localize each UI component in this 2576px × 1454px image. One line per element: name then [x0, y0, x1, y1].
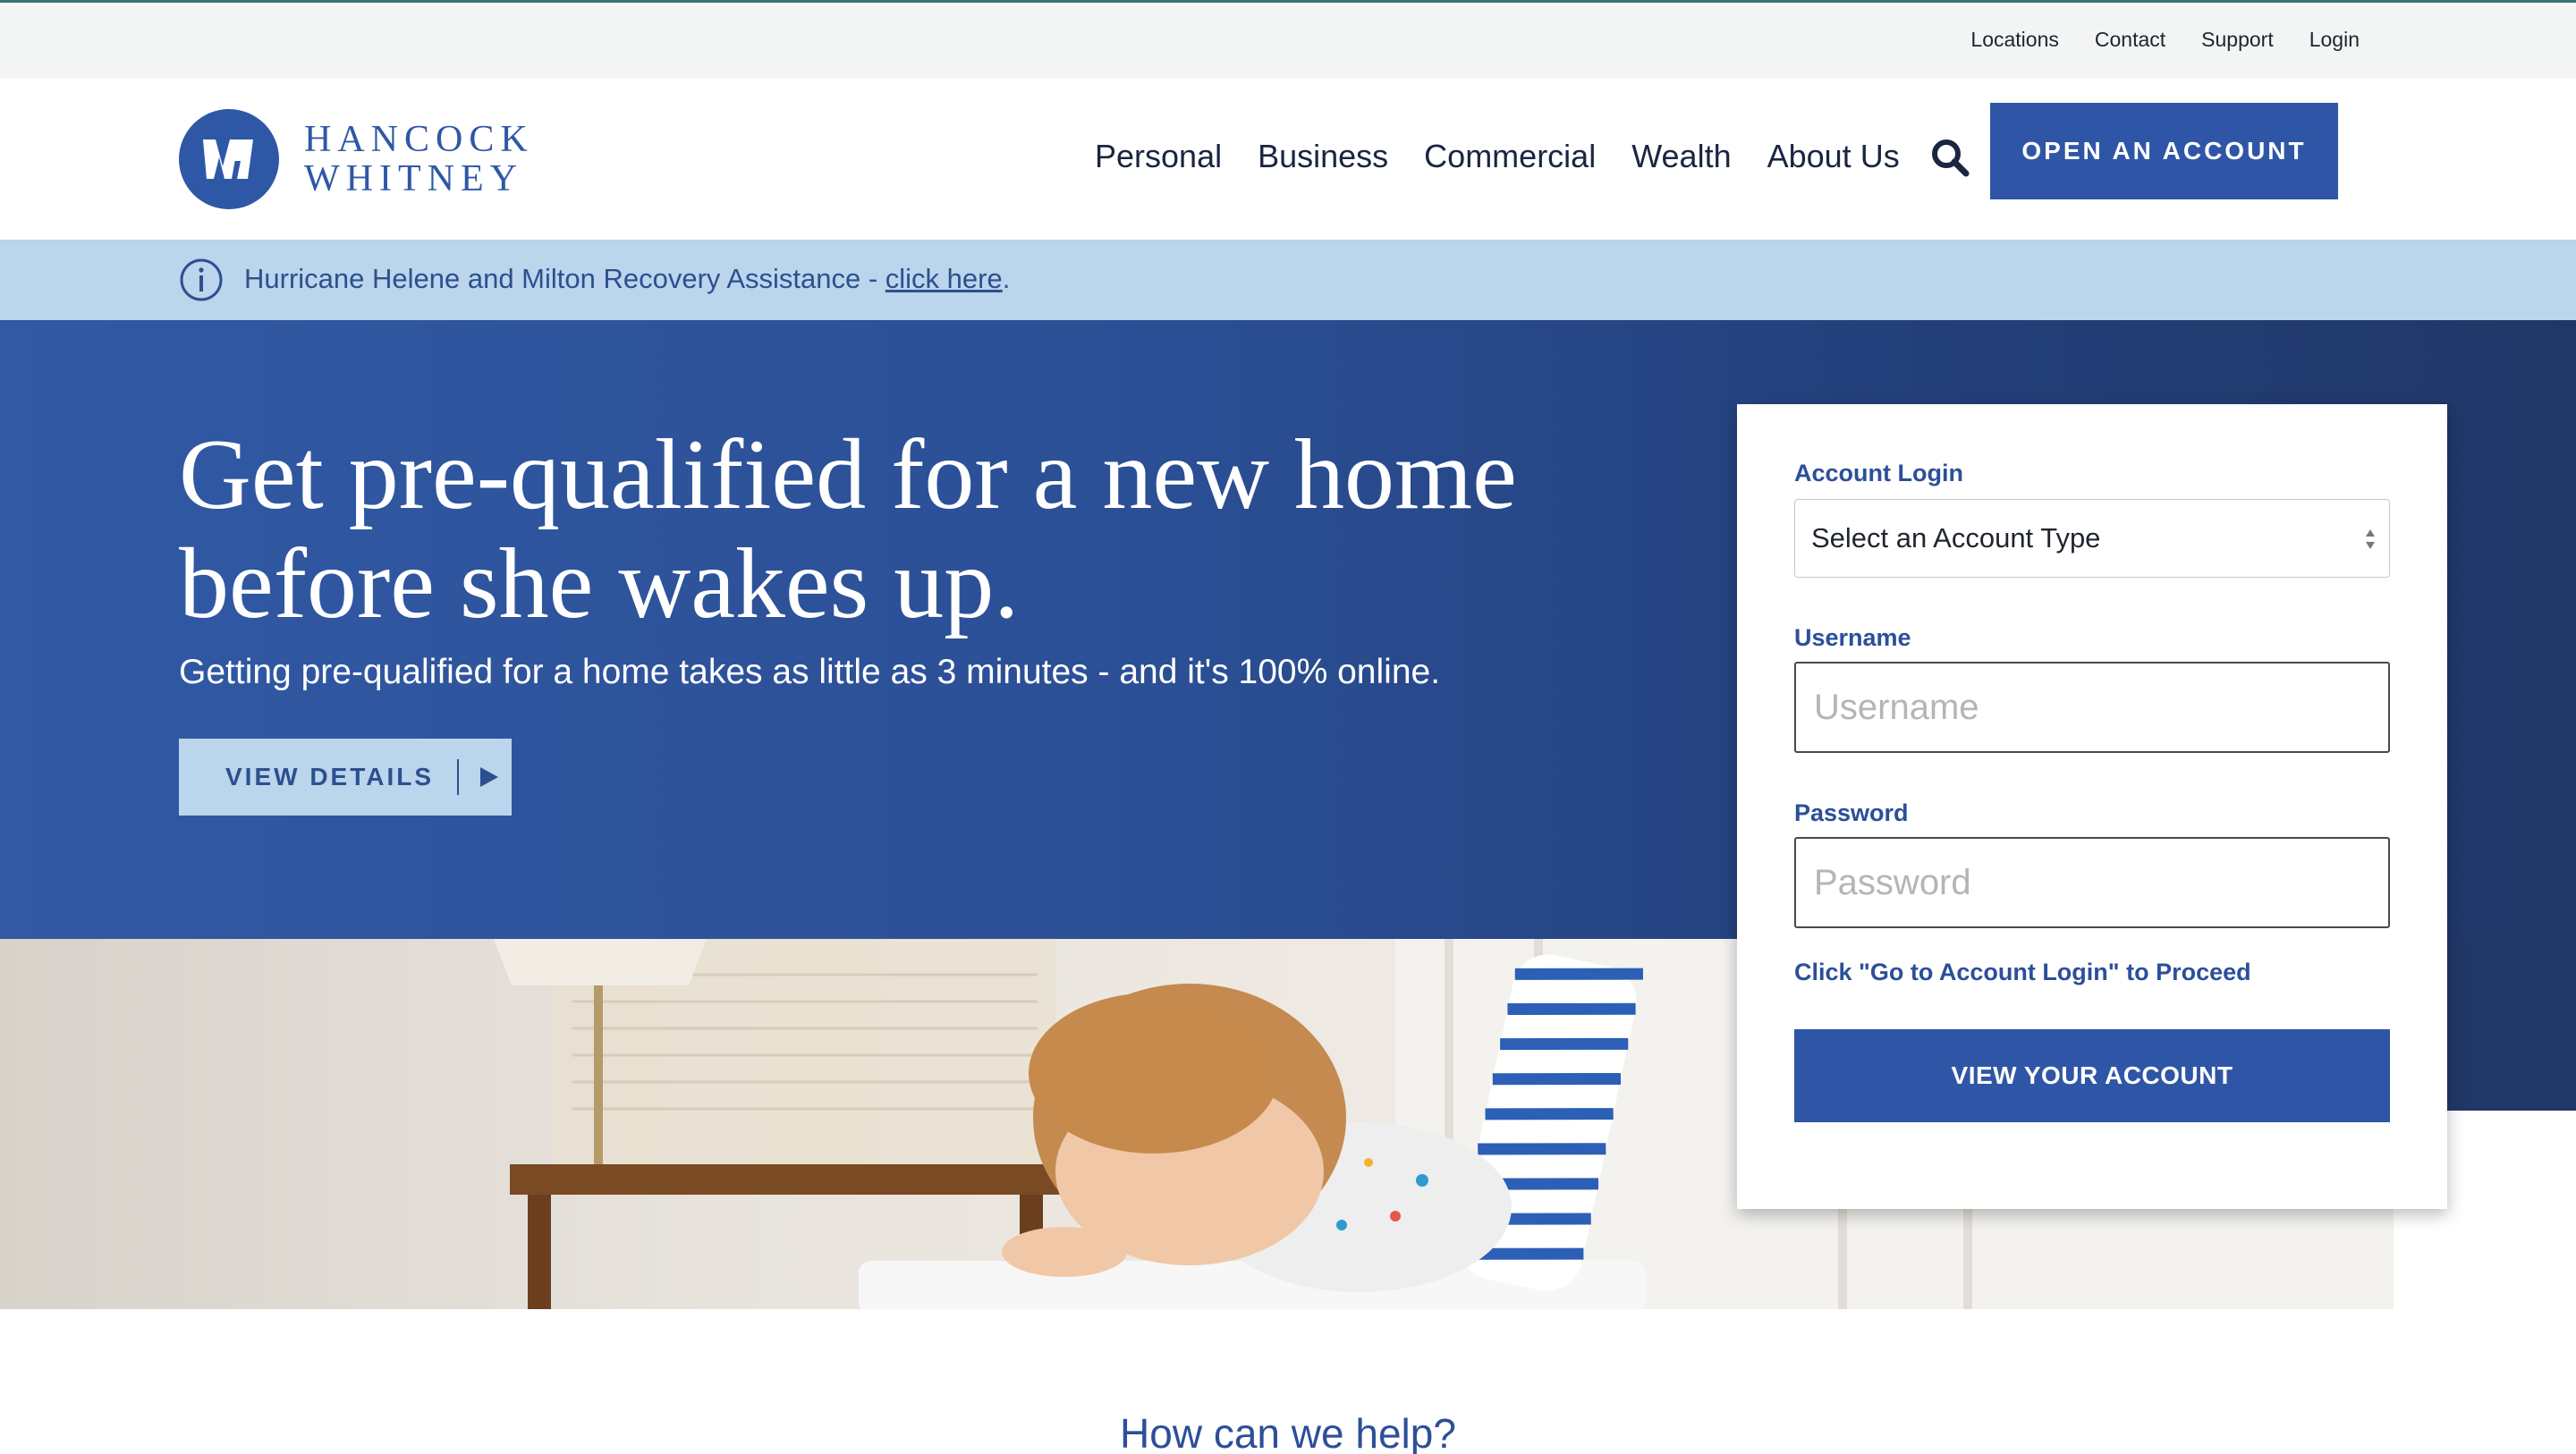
alert-message: Hurricane Helene and Milton Recovery Ass…: [244, 263, 1010, 295]
nav-item-wealth[interactable]: Wealth: [1631, 138, 1731, 175]
button-divider: [457, 759, 460, 795]
alert-link[interactable]: click here: [886, 263, 1003, 294]
utility-link-login[interactable]: Login: [2309, 28, 2360, 52]
logo-line-2: WHITNEY: [304, 158, 523, 199]
nav-item-business[interactable]: Business: [1258, 138, 1388, 175]
logo-wordmark: HANCOCK WHITNEY: [304, 120, 534, 199]
username-placeholder: Username: [1814, 687, 1979, 727]
password-label: Password: [1794, 799, 1909, 826]
hero-subtitle: Getting pre-qualified for a home takes a…: [179, 653, 1441, 691]
info-icon: [179, 258, 224, 302]
account-type-select[interactable]: Select an Account Type: [1794, 499, 2390, 578]
password-field[interactable]: Password: [1794, 837, 2390, 928]
alert-banner: Hurricane Helene and Milton Recovery Ass…: [0, 240, 2576, 320]
utility-bar: Locations Contact Support Login: [0, 0, 2576, 79]
brand-logo[interactable]: HANCOCK WHITNEY: [179, 109, 534, 209]
search-icon[interactable]: [1930, 138, 1970, 177]
alert-trailing: .: [1002, 263, 1011, 294]
nav-item-commercial[interactable]: Commercial: [1424, 138, 1596, 175]
password-placeholder: Password: [1814, 862, 1971, 902]
primary-nav: Personal Business Commercial Wealth Abou…: [1095, 138, 1900, 175]
utility-links: Locations Contact Support Login: [1970, 28, 2360, 52]
view-details-label: VIEW DETAILS: [225, 763, 435, 790]
utility-link-support[interactable]: Support: [2201, 28, 2274, 52]
alert-text: Hurricane Helene and Milton Recovery Ass…: [244, 263, 886, 294]
play-arrow-icon: [480, 767, 499, 787]
login-hint: Click "Go to Account Login" to Proceed: [1794, 959, 2251, 985]
username-field[interactable]: Username: [1794, 662, 2390, 753]
main-header: HANCOCK WHITNEY Personal Business Commer…: [0, 79, 2576, 240]
username-label: Username: [1794, 624, 1911, 651]
open-account-button[interactable]: OPEN AN ACCOUNT: [1990, 103, 2338, 199]
view-details-button[interactable]: VIEW DETAILS: [179, 739, 512, 816]
select-arrows-icon: [2366, 529, 2375, 549]
logo-line-1: HANCOCK: [304, 119, 534, 160]
help-heading: How can we help?: [1120, 1410, 1456, 1454]
account-type-selected: Select an Account Type: [1811, 522, 2101, 554]
nav-item-personal[interactable]: Personal: [1095, 138, 1222, 175]
utility-link-contact[interactable]: Contact: [2095, 28, 2165, 52]
account-login-card: Account Login Select an Account Type Use…: [1737, 404, 2447, 1209]
account-login-heading: Account Login: [1794, 460, 1963, 486]
nav-item-about-us[interactable]: About Us: [1767, 138, 1900, 175]
hero-title: Get pre-qualified for a new home before …: [179, 419, 1517, 639]
view-your-account-button[interactable]: VIEW YOUR ACCOUNT: [1794, 1029, 2390, 1122]
logo-mark-icon: [179, 109, 279, 209]
utility-link-locations[interactable]: Locations: [1970, 28, 2058, 52]
